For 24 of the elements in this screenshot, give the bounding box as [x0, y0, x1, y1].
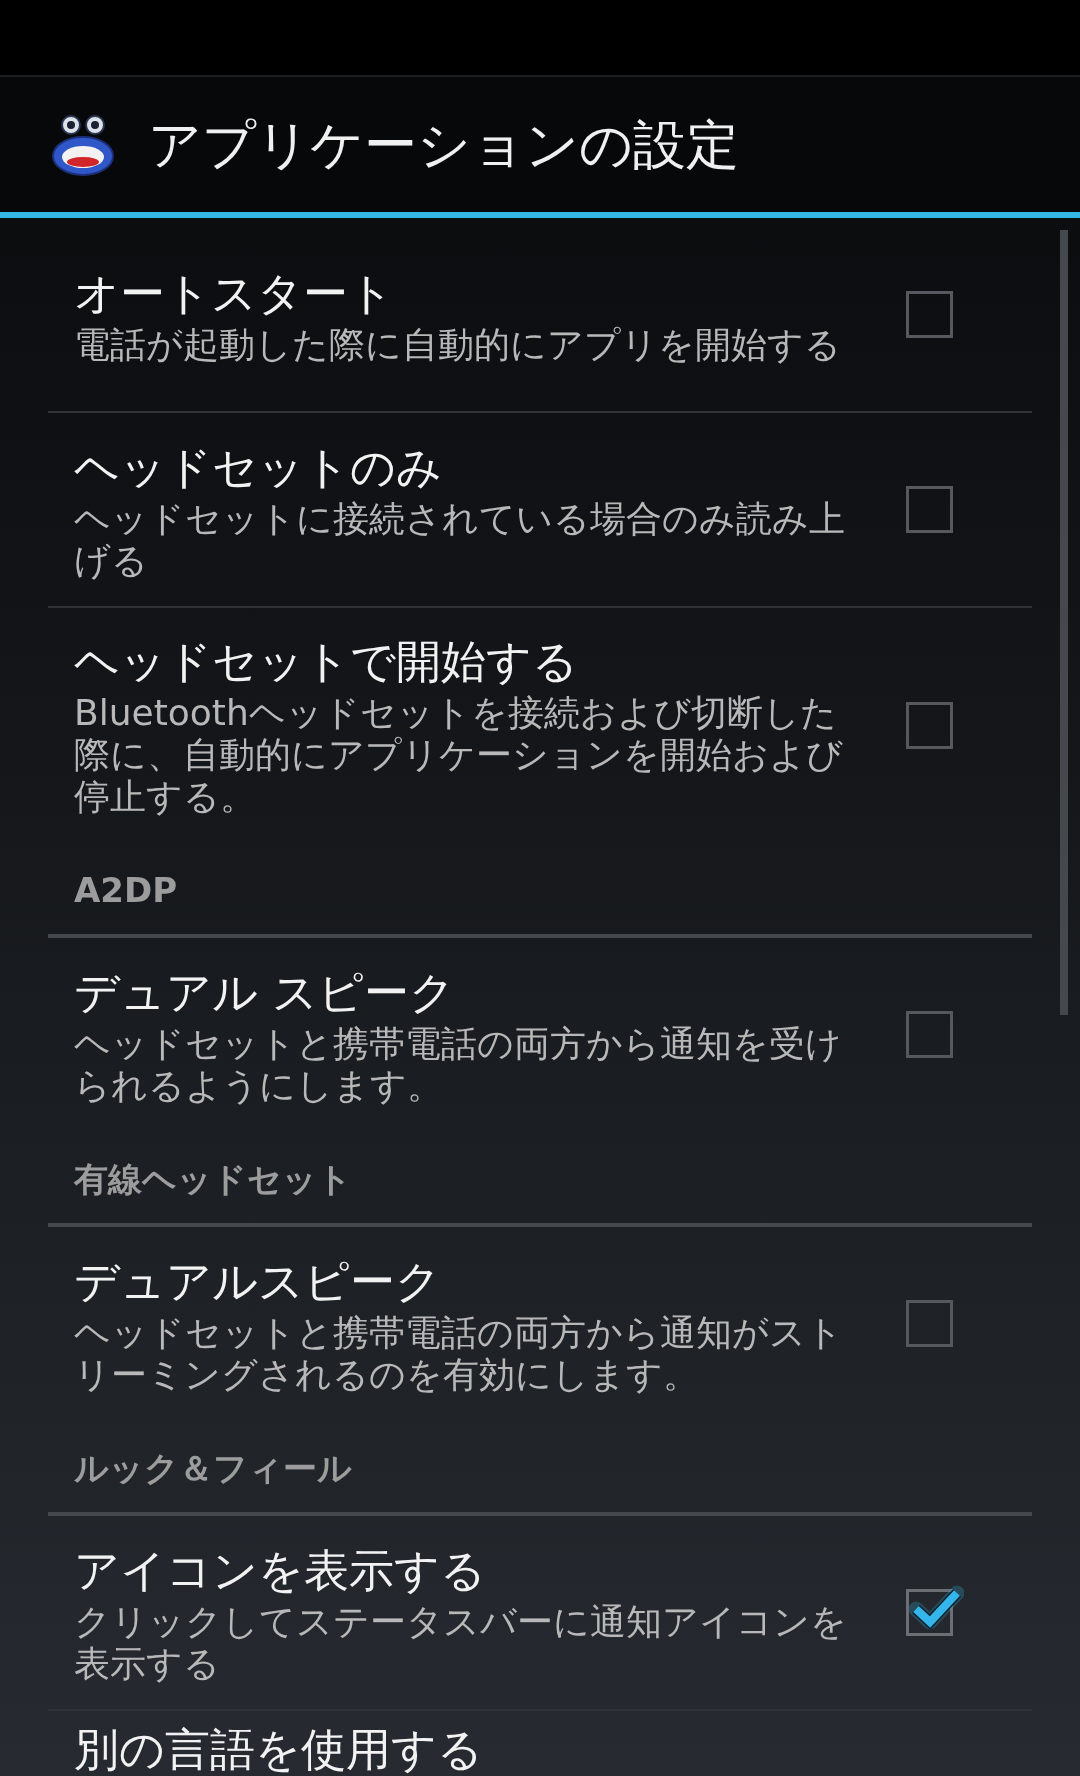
preference-title: デュアル スピーク — [74, 964, 456, 1021]
checkbox[interactable] — [906, 291, 953, 338]
checkbox[interactable] — [906, 701, 953, 749]
preference-summary: ヘッドセットと携帯電話の両方から通知を受けられるようにします。 — [74, 1022, 843, 1107]
preference-title: デュアルスピーク — [74, 1253, 441, 1310]
preference-summary: ヘッドセットと携帯電話の両方から通知がストリーミングされるのを有効にします。 — [74, 1311, 844, 1396]
preference-title: ヘッドセットのみ — [74, 439, 442, 496]
preference-title: アイコンを表示する — [74, 1542, 486, 1599]
preference-title: 別の言語を使用する — [74, 1726, 483, 1774]
preference-title: ヘッドセットで開始する — [74, 634, 578, 690]
preference-summary: ヘッドセットに接続されている場合のみ読み上げる — [74, 497, 846, 582]
checkbox[interactable] — [906, 1584, 964, 1636]
preference-title: オートスタート — [74, 265, 394, 322]
preference-summary: 電話が起動した際に自動的にアプリを開始する — [74, 323, 841, 366]
checkbox[interactable] — [906, 1011, 953, 1058]
blob-face-icon[interactable] — [52, 113, 114, 176]
checkbox[interactable] — [906, 1300, 953, 1347]
checkbox[interactable] — [906, 486, 953, 533]
category-header: ルック＆フィール — [74, 1447, 352, 1490]
category-header: 有線ヘッドセット — [74, 1158, 352, 1201]
category-header: A2DP — [74, 869, 178, 912]
preference-summary: Bluetoothヘッドセットを接続および切断した際に、自動的にアプリケーションを開始および停止する。 — [74, 692, 844, 818]
screen-title: アプリケーションの設定 — [148, 112, 739, 177]
preference-summary: クリックしてステータスバーに通知アイコンを表示する — [74, 1600, 848, 1685]
